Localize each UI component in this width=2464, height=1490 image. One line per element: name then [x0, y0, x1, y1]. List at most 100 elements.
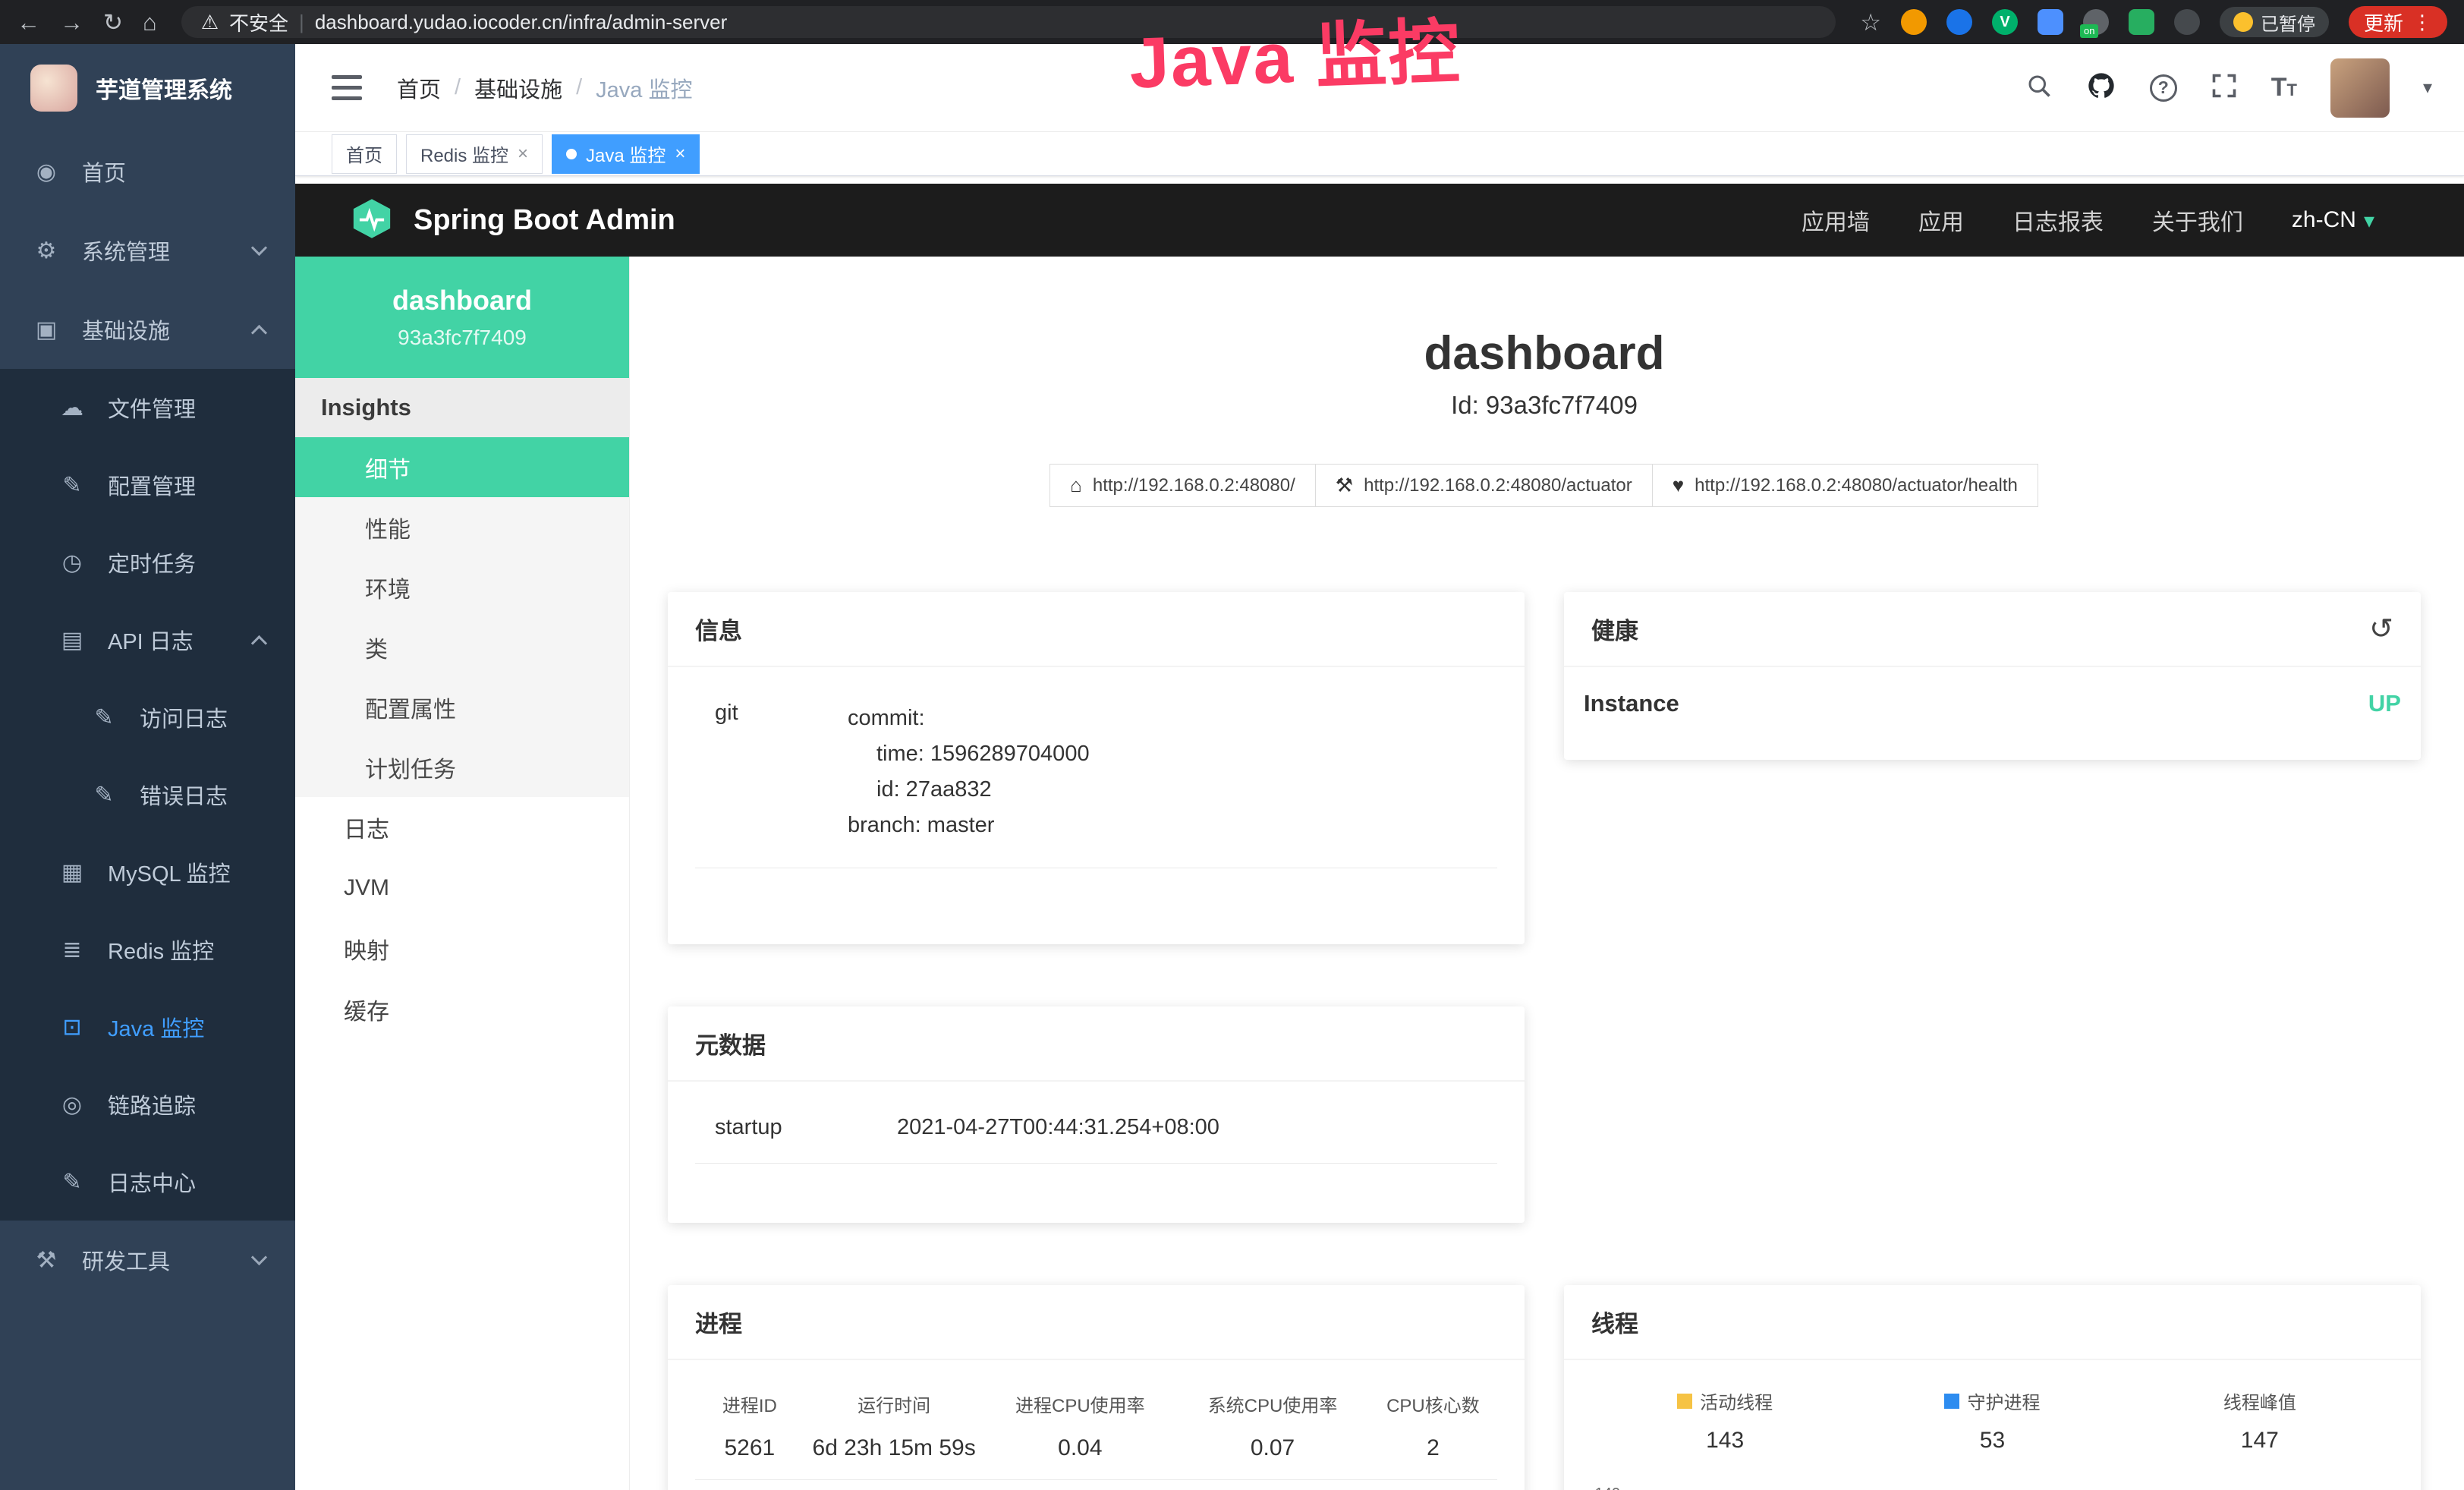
sba-brand[interactable]: Spring Boot Admin	[414, 204, 675, 237]
document-icon: ▤	[56, 627, 88, 654]
tools-icon: ⚒	[30, 1247, 62, 1274]
sba-item-jvm[interactable]: JVM	[295, 858, 629, 918]
health-url-link[interactable]: ♥ http://192.168.0.2:48080/actuator/heal…	[1652, 464, 2038, 507]
sidebar-item-redis-monitor[interactable]: ≣ Redis 监控	[0, 911, 295, 988]
forward-icon[interactable]: →	[60, 11, 83, 34]
browser-extension-icon[interactable]: V	[1992, 9, 2018, 35]
hamburger-icon[interactable]	[332, 75, 362, 100]
top-navbar: 首页 / 基础设施 / Java 监控 ? TT ▾	[295, 44, 2464, 132]
link-label: http://192.168.0.2:48080/actuator	[1364, 475, 1632, 496]
sba-app-name: dashboard	[392, 285, 532, 317]
breadcrumb-home[interactable]: 首页	[397, 72, 441, 104]
val-pid: 5261	[695, 1435, 804, 1461]
card-info-title: 信息	[668, 592, 1525, 667]
bookmark-star-icon[interactable]: ☆	[1860, 11, 1881, 34]
chevron-down-icon[interactable]: ▾	[2423, 77, 2432, 99]
browser-extension-icon[interactable]	[2174, 9, 2200, 35]
sidebar-item-label: 研发工具	[82, 1244, 170, 1276]
tab-home[interactable]: 首页	[332, 134, 397, 174]
sba-item-mappings[interactable]: 映射	[295, 918, 629, 979]
close-icon[interactable]: ×	[518, 143, 528, 165]
browser-extension-icon[interactable]	[2129, 9, 2154, 35]
emoji-face-icon	[2233, 12, 2253, 32]
browser-extension-icon[interactable]	[2038, 9, 2063, 35]
sba-nav-applications[interactable]: 应用	[1918, 203, 1964, 237]
sidebar-item-access-logs[interactable]: ✎ 访问日志	[0, 679, 295, 756]
github-icon[interactable]	[2086, 71, 2116, 105]
sba-item-details[interactable]: 细节	[295, 437, 629, 497]
close-icon[interactable]: ×	[675, 143, 685, 165]
url-bar[interactable]: ⚠ 不安全 | dashboard.yudao.iocoder.cn/infra…	[181, 6, 1836, 38]
sba-sidebar: dashboard 93a3fc7f7409 Insights 细节 性能 环境…	[295, 257, 630, 1490]
tab-java-monitor[interactable]: Java 监控 ×	[552, 134, 700, 174]
sba-nav-wallboard[interactable]: 应用墙	[1802, 203, 1870, 237]
metadata-key: startup	[715, 1115, 897, 1140]
tab-redis-monitor[interactable]: Redis 监控 ×	[406, 134, 543, 174]
dashboard-icon: ◉	[30, 159, 62, 185]
sba-item-scheduled-tasks[interactable]: 计划任务	[295, 737, 629, 797]
sidebar-item-config-management[interactable]: ✎ 配置管理	[0, 446, 295, 524]
git-commit-label: commit:	[848, 701, 1090, 736]
card-info: 信息 git commit: time: 1596289704000 id: 2…	[668, 592, 1525, 944]
browser-chrome: ← → ↻ ⌂ ⚠ 不安全 | dashboard.yudao.iocoder.…	[0, 0, 2464, 44]
sidebar-item-error-logs[interactable]: ✎ 错误日志	[0, 756, 295, 833]
sidebar-item-file-management[interactable]: ☁ 文件管理	[0, 369, 295, 446]
help-icon[interactable]: ?	[2150, 74, 2177, 102]
fullscreen-icon[interactable]	[2211, 72, 2238, 103]
instance-id-line: Id: 93a3fc7f7409	[668, 391, 2421, 420]
sidebar-item-system-management[interactable]: ⚙ 系统管理	[0, 211, 295, 290]
val-process-cpu: 0.04	[984, 1435, 1177, 1461]
card-process-title: 进程	[668, 1285, 1525, 1360]
card-threads: 线程 活动线程 143 守护进程 53 线程峰值 147	[1564, 1285, 2421, 1490]
card-threads-title: 线程	[1564, 1285, 2421, 1360]
browser-extension-icon[interactable]	[1946, 9, 1972, 35]
font-size-icon[interactable]: TT	[2271, 73, 2297, 102]
legend-daemon-threads: 守护进程 53	[1858, 1388, 2126, 1454]
sba-item-environment[interactable]: 环境	[295, 557, 629, 617]
edit-icon: ✎	[88, 704, 120, 731]
sba-nav-journal[interactable]: 日志报表	[2012, 203, 2104, 237]
actuator-url-link[interactable]: ⚒ http://192.168.0.2:48080/actuator	[1315, 464, 1653, 507]
sidebar-item-scheduled-tasks[interactable]: ◷ 定时任务	[0, 524, 295, 601]
sidebar-item-infrastructure[interactable]: ▣ 基础设施	[0, 290, 295, 369]
sba-item-classes[interactable]: 类	[295, 617, 629, 677]
app-logo	[30, 65, 77, 112]
sba-item-caches[interactable]: 缓存	[295, 979, 629, 1040]
paused-badge[interactable]: 已暂停	[2220, 7, 2329, 37]
app-logo-row[interactable]: 芋道管理系统	[0, 44, 295, 132]
sidebar-item-java-monitor[interactable]: ⊡ Java 监控	[0, 988, 295, 1066]
search-icon[interactable]	[2025, 72, 2053, 103]
sidebar-item-dev-tools[interactable]: ⚒ 研发工具	[0, 1221, 295, 1299]
sidebar-item-mysql-monitor[interactable]: ▦ MySQL 监控	[0, 833, 295, 911]
sidebar-item-log-center[interactable]: ✎ 日志中心	[0, 1143, 295, 1221]
link-label: http://192.168.0.2:48080/actuator/health	[1695, 475, 2018, 496]
update-button[interactable]: 更新 ⋮	[2349, 6, 2447, 38]
sidebar-item-api-logs[interactable]: ▤ API 日志	[0, 601, 295, 679]
sba-nav-about[interactable]: 关于我们	[2152, 203, 2243, 237]
sba-language-select[interactable]: zh-CN ▾	[2292, 207, 2374, 233]
browser-extension-icon[interactable]	[1901, 9, 1927, 35]
sba-language-label: zh-CN	[2292, 207, 2356, 233]
sba-item-metrics[interactable]: 性能	[295, 497, 629, 557]
chevron-up-icon	[251, 635, 267, 650]
monitor-icon: ▣	[30, 317, 62, 343]
col-cpu-cores: CPU核心数	[1369, 1391, 1497, 1417]
browser-extension-icon[interactable]: on	[2083, 9, 2109, 35]
sba-instance-header[interactable]: dashboard 93a3fc7f7409	[295, 257, 629, 378]
service-url-link[interactable]: ⌂ http://192.168.0.2:48080/	[1049, 464, 1316, 507]
breadcrumb-infrastructure[interactable]: 基础设施	[474, 72, 562, 104]
refresh-icon[interactable]: ↻	[103, 11, 123, 34]
security-label: 不安全	[229, 8, 288, 36]
history-icon[interactable]: ↺	[2369, 612, 2393, 646]
sba-item-logs[interactable]: 日志	[295, 797, 629, 858]
breadcrumb-separator: /	[455, 75, 461, 100]
sidebar-item-label: Redis 监控	[108, 934, 214, 966]
sidebar-item-home[interactable]: ◉ 首页	[0, 132, 295, 211]
avatar[interactable]	[2330, 58, 2390, 118]
legend-value: 143	[1591, 1428, 1858, 1454]
back-icon[interactable]: ←	[17, 11, 40, 34]
layers-icon: ≣	[56, 937, 88, 963]
sidebar-item-tracing[interactable]: ◎ 链路追踪	[0, 1066, 295, 1143]
sba-item-config-props[interactable]: 配置属性	[295, 677, 629, 737]
home-icon[interactable]: ⌂	[143, 11, 157, 34]
